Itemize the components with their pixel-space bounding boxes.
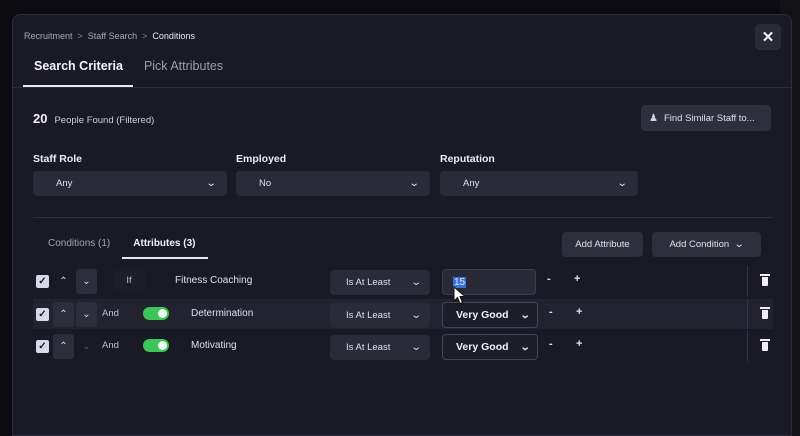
operator-value: Is At Least (346, 342, 391, 353)
operator-value: Is At Least (346, 277, 391, 288)
divider (33, 217, 773, 218)
attribute-row: ✓ ⌃ ⌄ If Fitness Coaching Is At Least ⌄ … (33, 266, 773, 296)
employed-select[interactable]: No ⌄ (236, 171, 430, 196)
attribute-row: ✓ ⌃ ⌄ And Determination Is At Least ⌄ Ve… (33, 299, 773, 329)
sub-tabs: Conditions (1) Attributes (3) (37, 235, 208, 259)
main-tabs: Search Criteria Pick Attributes (23, 55, 233, 87)
attribute-name: Determination (191, 308, 254, 319)
mouse-cursor-icon (453, 286, 467, 305)
trash-icon[interactable] (760, 307, 770, 320)
staff-role-select[interactable]: Any ⌄ (33, 171, 227, 196)
staff-role-value: Any (56, 178, 73, 189)
move-down-button[interactable]: ⌄ (76, 269, 97, 294)
chevron-right-icon: > (142, 31, 148, 41)
chevron-down-icon: ⌄ (205, 178, 217, 189)
add-condition-label: Add Condition (669, 239, 730, 250)
reputation-value: Any (463, 178, 480, 189)
employed-value: No (259, 178, 272, 189)
staff-search-dialog: Recruitment > Staff Search > Conditions … (12, 14, 792, 436)
attribute-name: Fitness Coaching (175, 275, 253, 286)
chevron-down-icon: ⌄ (82, 309, 91, 320)
tab-conditions[interactable]: Conditions (1) (37, 235, 122, 259)
attribute-toggle[interactable] (143, 339, 169, 352)
find-similar-label: Find Similar Staff to... (663, 112, 755, 124)
add-condition-button[interactable]: Add Condition ⌄ (652, 232, 761, 257)
increment-button[interactable]: + (576, 306, 582, 318)
results-summary: 20 People Found (Filtered) (33, 111, 154, 126)
chevron-right-icon: > (77, 31, 83, 41)
operator-value: Is At Least (346, 310, 391, 321)
find-similar-staff-button[interactable]: ♟ Find Similar Staff to... (641, 105, 771, 131)
reputation-select[interactable]: Any ⌄ (440, 171, 638, 196)
breadcrumb-staff-search[interactable]: Staff Search (88, 31, 137, 41)
close-button[interactable]: ✕ (755, 24, 781, 50)
tab-search-criteria[interactable]: Search Criteria (23, 55, 133, 87)
tab-attributes[interactable]: Attributes (3) (122, 235, 208, 259)
operator-select[interactable]: Is At Least ⌄ (330, 335, 430, 360)
results-label: People Found (Filtered) (54, 115, 155, 126)
chevron-down-icon: ⌄ (410, 277, 422, 288)
move-up-button[interactable]: ⌃ (53, 269, 74, 294)
value-select[interactable]: Very Good ⌄ (442, 334, 538, 360)
value-text: Very Good (456, 309, 509, 321)
chevron-down-icon: ⌄ (408, 178, 420, 189)
conjunction-label: If (113, 269, 145, 291)
increment-button[interactable]: + (576, 338, 582, 350)
breadcrumb-conditions: Conditions (152, 31, 195, 41)
breadcrumb: Recruitment > Staff Search > Conditions (24, 31, 195, 41)
attribute-name: Motivating (191, 340, 237, 351)
row-checkbox[interactable]: ✓ (36, 340, 49, 353)
chevron-down-icon: ⌄ (519, 309, 531, 321)
row-checkbox[interactable]: ✓ (36, 308, 49, 321)
divider (13, 87, 791, 88)
add-attribute-label: Add Attribute (575, 239, 630, 250)
operator-select[interactable]: Is At Least ⌄ (330, 303, 430, 328)
people-icon: ♟ (649, 112, 658, 124)
chevron-down-icon: ⌄ (82, 276, 91, 287)
increment-button[interactable]: + (574, 273, 580, 285)
staff-role-label: Staff Role (33, 153, 83, 165)
chevron-down-icon: ⌄ (733, 239, 745, 250)
add-attribute-button[interactable]: Add Attribute (562, 232, 643, 257)
chevron-down-icon: ⌄ (82, 341, 91, 352)
trash-icon[interactable] (760, 339, 770, 352)
move-up-button[interactable]: ⌃ (53, 302, 74, 327)
divider (747, 299, 748, 329)
row-checkbox[interactable]: ✓ (36, 275, 49, 288)
breadcrumb-recruitment[interactable]: Recruitment (24, 31, 73, 41)
attribute-toggle[interactable] (143, 307, 169, 320)
chevron-up-icon: ⌃ (59, 309, 68, 320)
conjunction-label: And (102, 308, 119, 319)
chevron-down-icon: ⌄ (410, 310, 422, 321)
results-count: 20 (33, 111, 48, 126)
divider (747, 331, 748, 361)
move-down-button[interactable]: ⌄ (76, 334, 97, 359)
move-down-button[interactable]: ⌄ (76, 302, 97, 327)
decrement-button[interactable]: - (549, 306, 553, 318)
chevron-down-icon: ⌄ (410, 342, 422, 353)
divider (747, 266, 748, 296)
value-text: Very Good (456, 341, 509, 353)
move-up-button[interactable]: ⌃ (53, 334, 74, 359)
operator-select[interactable]: Is At Least ⌄ (330, 270, 430, 295)
close-icon: ✕ (761, 29, 775, 46)
attribute-row: ✓ ⌃ ⌄ And Motivating Is At Least ⌄ Very … (33, 331, 773, 361)
chevron-down-icon: ⌄ (519, 341, 531, 353)
chevron-up-icon: ⌃ (59, 276, 68, 287)
decrement-button[interactable]: - (547, 273, 551, 285)
tab-pick-attributes[interactable]: Pick Attributes (133, 55, 233, 87)
conjunction-label: And (102, 340, 119, 351)
decrement-button[interactable]: - (549, 338, 553, 350)
trash-icon[interactable] (760, 274, 770, 287)
chevron-down-icon: ⌄ (616, 178, 628, 189)
chevron-up-icon: ⌃ (59, 341, 68, 352)
employed-label: Employed (236, 153, 287, 165)
reputation-label: Reputation (440, 153, 495, 165)
